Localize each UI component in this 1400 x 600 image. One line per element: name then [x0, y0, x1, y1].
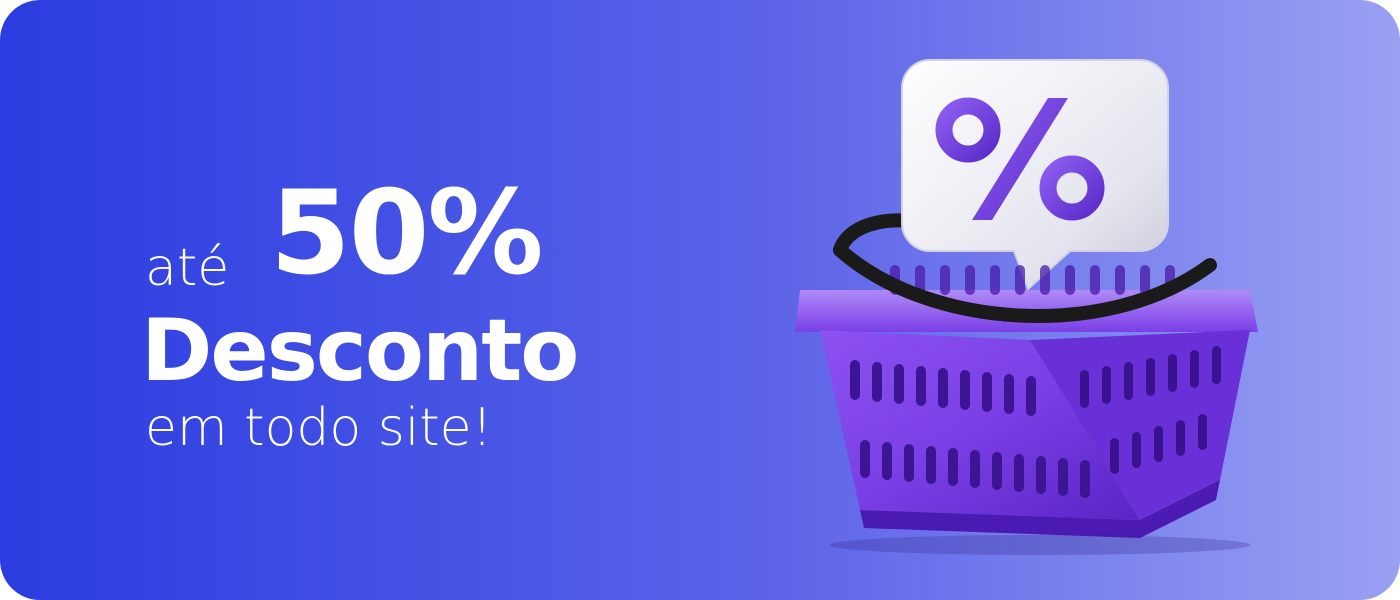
promo-headline: até 50% Desconto em todo site! [141, 176, 705, 460]
promo-title: Desconto [141, 301, 579, 401]
promo-subtitle: em todo site! [145, 398, 493, 458]
promo-banner[interactable]: até 50% Desconto em todo site! [0, 0, 1400, 600]
percent-badge-icon [901, 59, 1169, 291]
shopping-basket-icon [795, 59, 1258, 555]
basket-illustration [780, 40, 1280, 560]
discount-amount: 50% [270, 166, 544, 301]
promo-prefix: até [145, 238, 230, 298]
